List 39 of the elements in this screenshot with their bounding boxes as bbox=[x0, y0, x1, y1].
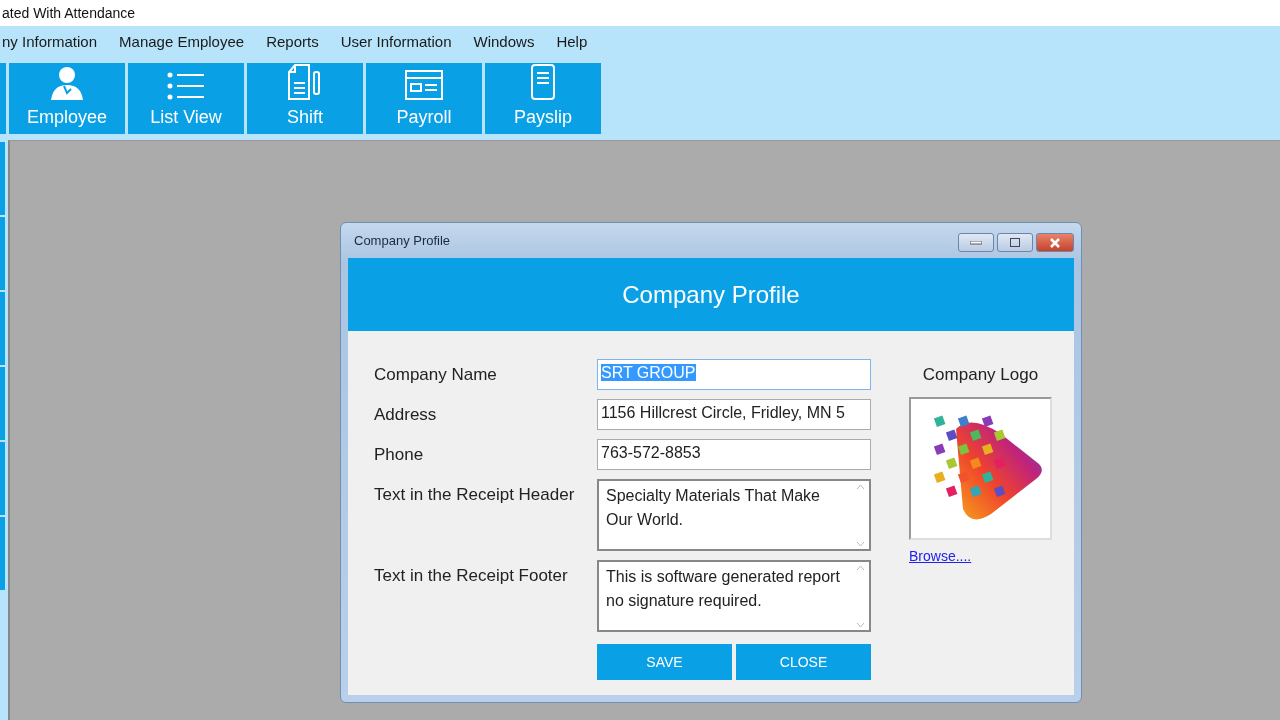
scroll-up-icon[interactable] bbox=[855, 484, 865, 490]
sidebar-button[interactable] bbox=[0, 217, 5, 290]
field-label: Phone bbox=[374, 444, 425, 466]
maximize-button[interactable] bbox=[997, 233, 1033, 252]
sidebar-button[interactable] bbox=[0, 517, 5, 590]
maximize-icon bbox=[1010, 238, 1020, 247]
menu-item[interactable]: Reports bbox=[266, 33, 319, 50]
menu-item[interactable]: ny Information bbox=[2, 33, 98, 50]
menu-item[interactable]: Manage Employee bbox=[119, 33, 245, 50]
header-title: Company Profile bbox=[622, 280, 800, 309]
scroll-up-icon[interactable] bbox=[855, 565, 865, 571]
minimize-icon bbox=[970, 240, 982, 245]
scroll-down-icon[interactable] bbox=[855, 541, 865, 547]
field-label: Company Name bbox=[374, 364, 498, 386]
list-icon bbox=[166, 71, 206, 101]
receipt-icon bbox=[528, 63, 558, 101]
menu-item[interactable]: User Information bbox=[340, 33, 452, 50]
field-label: Address bbox=[374, 404, 438, 426]
sidebar-button[interactable] bbox=[0, 142, 5, 215]
window-title: ated With Attendance bbox=[2, 5, 136, 21]
menu-item[interactable]: Windows bbox=[473, 33, 535, 50]
card-icon bbox=[404, 69, 444, 101]
scroll-down-icon[interactable] bbox=[855, 622, 865, 628]
toolbar-button[interactable] bbox=[0, 63, 6, 134]
field-label: Text in the Receipt Header bbox=[374, 484, 576, 506]
menu-item[interactable]: Help bbox=[556, 33, 588, 50]
dialog-title: Company Profile bbox=[354, 233, 451, 248]
text-area[interactable]: This is software generated report no signature required. bbox=[597, 560, 871, 632]
input-field[interactable]: 1156 Hillcrest Circle, Fridley, MN 5 bbox=[597, 399, 871, 430]
browse-link[interactable]: Browse.... bbox=[909, 548, 972, 564]
input-field[interactable]: 763-572-8853 bbox=[597, 439, 871, 470]
close-icon bbox=[1050, 237, 1060, 248]
sidebar-button[interactable] bbox=[0, 442, 5, 515]
text-area[interactable]: Specialty Materials That Make Our World. bbox=[597, 479, 871, 551]
logo-label: Company Logo bbox=[922, 364, 1039, 385]
sidebar-button[interactable] bbox=[0, 367, 5, 440]
close-button[interactable] bbox=[1036, 233, 1074, 252]
sidebar-button[interactable] bbox=[0, 292, 5, 365]
field-label: Text in the Receipt Footer bbox=[374, 565, 569, 587]
